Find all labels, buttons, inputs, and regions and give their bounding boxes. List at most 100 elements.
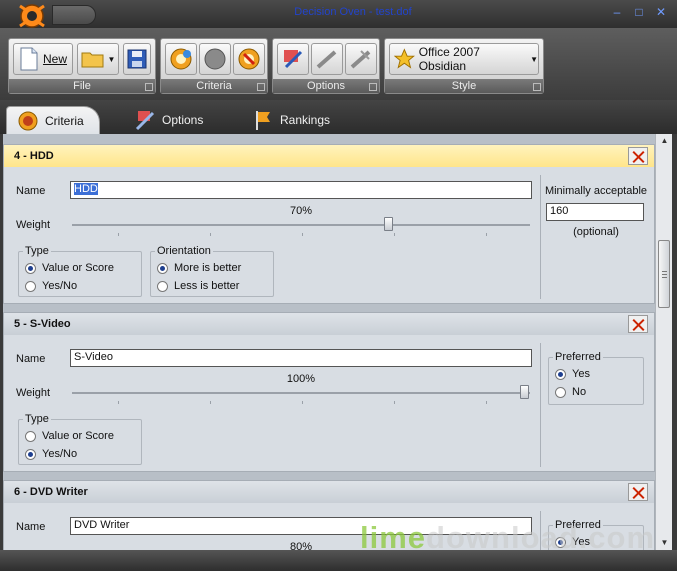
- star-icon: [394, 48, 415, 69]
- slider-tick: [394, 401, 395, 404]
- remove-option-disabled-icon: [350, 50, 371, 69]
- tab-criteria[interactable]: Criteria: [6, 106, 100, 134]
- remove-criterion-icon: [238, 48, 260, 70]
- minimum-label: Minimally acceptable: [544, 185, 648, 197]
- options-group-launcher[interactable]: [369, 83, 377, 91]
- weight-label: Weight: [16, 387, 51, 399]
- tab-rankings[interactable]: Rankings: [242, 106, 340, 134]
- delete-criterion-close-icon[interactable]: [628, 147, 648, 165]
- grip-line: [662, 271, 667, 272]
- style-value: Office 2007 Obsidian: [418, 45, 480, 73]
- add-criterion-button[interactable]: [165, 43, 197, 75]
- type-yes-no-option[interactable]: Yes/No: [25, 280, 77, 292]
- options-group-label: Options: [273, 79, 379, 93]
- file-group-label: File: [9, 79, 155, 93]
- close-window-button[interactable]: ✕: [653, 4, 669, 20]
- minimum-input[interactable]: 160: [546, 203, 644, 221]
- option-label: Value or Score: [42, 262, 114, 274]
- style-dropdown-arrow-icon: ▼: [530, 54, 538, 64]
- watermark: limedownload.com: [360, 520, 655, 556]
- criteria-group-launcher[interactable]: [257, 83, 265, 91]
- file-group: New ▼ File: [8, 38, 156, 94]
- add-option-button[interactable]: [277, 43, 309, 75]
- criterion-header: 6 - DVD Writer: [4, 481, 654, 503]
- ribbon: New ▼ File Criteria Options Office 2007 …: [0, 28, 677, 100]
- file-group-launcher[interactable]: [145, 83, 153, 91]
- delete-criterion-close-icon[interactable]: [628, 483, 648, 501]
- orientation-more-option[interactable]: More is better: [157, 262, 241, 274]
- option-label: Value or Score: [42, 430, 114, 442]
- criteria-icon: [18, 111, 38, 130]
- weight-slider-thumb[interactable]: [384, 217, 393, 231]
- app-menu-orb-icon[interactable]: [14, 2, 50, 30]
- option-label: Yes/No: [42, 448, 78, 460]
- style-selector[interactable]: Office 2007 Obsidian ▼: [389, 43, 539, 75]
- folder-icon: [81, 52, 104, 68]
- tab-options[interactable]: Options: [124, 106, 213, 134]
- separator: [540, 175, 541, 299]
- style-group-label: Style: [385, 79, 543, 93]
- type-group: Type Value or Score Yes/No: [18, 245, 142, 297]
- edit-criterion-button[interactable]: [199, 43, 231, 75]
- weight-slider-track[interactable]: [72, 224, 530, 226]
- orientation-group: Orientation More is better Less is bette…: [150, 245, 274, 297]
- save-button[interactable]: [123, 43, 151, 75]
- criterion-panel: 5 - S-Video Name S-Video Weight 100% Typ…: [3, 312, 655, 472]
- optional-label: (optional): [573, 226, 619, 238]
- criterion-panel: 4 - HDD Name HDD Weight 70% Type Value o…: [3, 144, 655, 304]
- slider-tick: [302, 401, 303, 404]
- scroll-up-arrow-icon[interactable]: ▲: [656, 134, 673, 148]
- weight-slider-thumb[interactable]: [520, 385, 529, 399]
- slider-tick: [118, 401, 119, 404]
- weight-percent: 100%: [286, 373, 316, 385]
- type-value-or-score-option[interactable]: Value or Score: [25, 262, 114, 274]
- option-label: More is better: [174, 262, 242, 274]
- criterion-disabled-icon: [204, 48, 226, 70]
- type-legend: Type: [23, 413, 51, 425]
- type-yes-no-option[interactable]: Yes/No: [25, 448, 77, 460]
- options-group: Options: [272, 38, 380, 94]
- separator: [540, 343, 541, 467]
- delete-option-button[interactable]: [345, 43, 377, 75]
- criterion-header: 4 - HDD: [4, 145, 654, 167]
- name-label: Name: [16, 521, 46, 533]
- criteria-group: Criteria: [160, 38, 268, 94]
- radio-unselected-icon: [25, 280, 36, 292]
- weight-slider-track[interactable]: [72, 392, 530, 394]
- open-button[interactable]: ▼: [77, 43, 119, 75]
- preferred-no-option[interactable]: No: [555, 386, 586, 398]
- grip-line: [662, 277, 667, 278]
- orientation-less-option[interactable]: Less is better: [157, 280, 239, 292]
- maximize-button[interactable]: □: [631, 4, 647, 20]
- dropdown-arrow-icon: ▼: [107, 54, 116, 64]
- delete-criterion-button[interactable]: [233, 43, 265, 75]
- style-group-launcher[interactable]: [533, 83, 541, 91]
- option-label: No: [572, 386, 587, 398]
- radio-selected-icon: [25, 448, 36, 460]
- watermark-part2: download.com: [426, 520, 656, 555]
- scrollbar-thumb[interactable]: [658, 240, 670, 308]
- radio-selected-icon: [25, 262, 36, 274]
- radio-selected-icon: [157, 262, 168, 274]
- name-input[interactable]: S-Video: [70, 349, 532, 367]
- scroll-down-arrow-icon[interactable]: ▼: [656, 536, 673, 550]
- preferred-group: Preferred Yes No: [548, 351, 644, 405]
- window-title: Decision Oven - test.dof: [294, 6, 412, 18]
- delete-criterion-close-icon[interactable]: [628, 315, 648, 333]
- edit-option-button[interactable]: [311, 43, 343, 75]
- minimize-button[interactable]: –: [609, 4, 625, 20]
- vertical-scrollbar[interactable]: ▲ ▼: [655, 134, 672, 550]
- rankings-flag-icon: [256, 111, 270, 130]
- name-input[interactable]: HDD: [70, 181, 532, 199]
- tab-strip: Criteria Options Rankings: [0, 100, 677, 134]
- option-label: Yes: [572, 368, 590, 380]
- new-button[interactable]: New: [13, 43, 73, 75]
- slider-tick: [302, 233, 303, 236]
- slider-tick: [486, 401, 487, 404]
- new-button-label: New: [42, 52, 67, 66]
- watermark-part1: lime: [360, 520, 427, 555]
- quick-access-toolbar[interactable]: [52, 5, 96, 25]
- preferred-yes-option[interactable]: Yes: [555, 368, 590, 380]
- type-value-or-score-option[interactable]: Value or Score: [25, 430, 114, 442]
- preferred-legend: Preferred: [553, 351, 603, 363]
